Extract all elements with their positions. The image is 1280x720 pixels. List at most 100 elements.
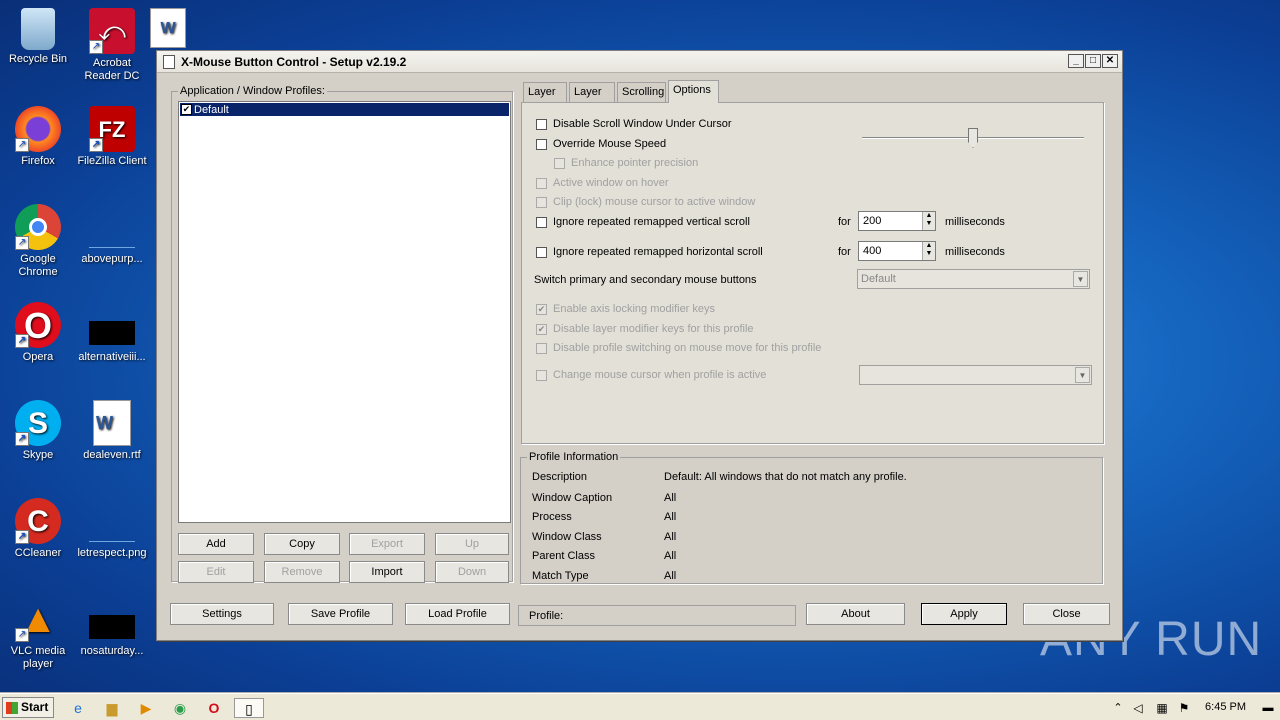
desktop-icon-ccleaner[interactable]: C ↗ CCleaner [0, 492, 76, 560]
desktop-icon-dealeven[interactable]: W dealeven.rtf [74, 394, 150, 462]
ccleaner-icon: C ↗ [15, 498, 61, 544]
checkbox[interactable]: ✔ [536, 303, 547, 315]
close-button[interactable]: Close [1023, 603, 1110, 625]
desktop-icon-opera[interactable]: O ↗ Opera [0, 296, 76, 364]
desktop-icon-nosaturday[interactable]: nosaturday... [74, 590, 150, 658]
for-label: for [838, 246, 851, 258]
desktop-icon-word-doc[interactable]: W [148, 2, 188, 51]
enhance-precision-option[interactable]: Enhance pointer precision [554, 156, 698, 170]
acrobat-icon: ⤺ ↗ [89, 8, 135, 54]
export-button[interactable]: Export [349, 533, 425, 555]
profile-info-group: Profile Information Description Default: … [520, 451, 1103, 584]
word-document-icon: W [150, 8, 186, 48]
volume-icon[interactable]: ◁ [1128, 698, 1148, 718]
ie-icon[interactable]: e [68, 698, 88, 718]
desktop-icon-filezilla[interactable]: FZ ↗ FileZilla Client [74, 100, 150, 168]
checkbox[interactable] [554, 157, 565, 169]
firefox-icon: ↗ [15, 106, 61, 152]
checkbox[interactable] [536, 342, 547, 354]
checkbox[interactable] [536, 369, 547, 381]
ignore-horizontal-option[interactable]: Ignore repeated remapped horizontal scro… [536, 245, 763, 259]
maximize-button[interactable]: □ [1085, 54, 1101, 68]
settings-button[interactable]: Settings [170, 603, 274, 625]
override-speed-option[interactable]: Override Mouse Speed [536, 137, 666, 151]
checkbox[interactable] [536, 246, 547, 258]
axis-locking-option[interactable]: ✔ Enable axis locking modifier keys [536, 302, 715, 316]
desktop-icon-letrespect[interactable]: letrespect.png [74, 492, 150, 560]
tab-options[interactable]: Options [668, 80, 719, 103]
desktop-icon-acrobat[interactable]: ⤺ ↗ Acrobat Reader DC [74, 2, 150, 83]
save-profile-button[interactable]: Save Profile [288, 603, 393, 625]
checkbox[interactable] [536, 118, 547, 130]
import-button[interactable]: Import [349, 561, 425, 583]
for-label: for [838, 216, 851, 228]
clock[interactable]: 6:45 PM [1205, 701, 1246, 713]
spin-arrows-icon[interactable]: ▲ ▼ [922, 212, 935, 230]
title-bar[interactable]: X-Mouse Button Control - Setup v2.19.2 _… [157, 51, 1122, 73]
desktop-icon-chrome[interactable]: ↗ Google Chrome [0, 198, 76, 279]
chrome-taskbar-icon[interactable]: ◉ [170, 698, 190, 718]
taskbar: Start e ▆ ▶ ◉ O ▯ ⌃ ◁ ▦ ⚑ 6:45 PM ▬ [0, 693, 1280, 720]
media-player-icon[interactable]: ▶ [136, 698, 156, 718]
edit-button[interactable]: Edit [178, 561, 254, 583]
network-icon[interactable]: ▦ [1152, 698, 1172, 718]
tab-scrolling[interactable]: Scrolling [617, 82, 666, 102]
opera-taskbar-icon[interactable]: O [204, 698, 224, 718]
action-center-flag-icon[interactable]: ⚑ [1174, 698, 1194, 718]
desktop-icon-skype[interactable]: S ↗ Skype [0, 394, 76, 462]
xmouse-window: X-Mouse Button Control - Setup v2.19.2 _… [156, 50, 1123, 641]
active-hover-option[interactable]: Active window on hover [536, 176, 669, 190]
explorer-folder-icon[interactable]: ▆ [102, 698, 122, 718]
xmouse-taskbar-icon[interactable]: ▯ [234, 698, 264, 718]
clip-cursor-option[interactable]: Clip (lock) mouse cursor to active windo… [536, 195, 755, 209]
profile-status-field: Profile: [518, 605, 796, 626]
horizontal-ms-stepper[interactable]: 400 ▲ ▼ [858, 241, 936, 261]
tab-layer-1[interactable]: Layer 1 [523, 82, 567, 117]
disable-layer-mod-option[interactable]: ✔ Disable layer modifier keys for this pr… [536, 322, 754, 336]
mouse-speed-slider[interactable] [862, 128, 1084, 148]
checkbox[interactable] [536, 216, 547, 228]
desktop-icon-firefox[interactable]: ↗ Firefox [0, 100, 76, 168]
word-document-icon: W [93, 400, 131, 446]
desktop-icon-recycle-bin[interactable]: Recycle Bin [0, 2, 76, 66]
apply-button[interactable]: Apply [921, 603, 1007, 625]
disable-scroll-option[interactable]: Disable Scroll Window Under Cursor [536, 117, 732, 131]
show-desktop-icon[interactable]: ▬ [1258, 698, 1278, 718]
slider-thumb[interactable] [968, 128, 978, 148]
chevron-down-icon[interactable]: ▼ [1073, 271, 1088, 287]
start-button[interactable]: Start [2, 697, 54, 718]
profiles-list[interactable]: ✔ Default [178, 101, 511, 523]
switch-buttons-select[interactable]: Default ▼ [857, 269, 1090, 289]
desktop-icon-abovepurp[interactable]: abovepurp... [74, 198, 150, 266]
desktop-icon-vlc[interactable]: ▲ ↗ VLC media player [0, 590, 76, 671]
remove-button[interactable]: Remove [264, 561, 340, 583]
spin-arrows-icon[interactable]: ▲ ▼ [922, 242, 935, 260]
desktop-icon-alternativeiii[interactable]: alternativeiii... [74, 296, 150, 364]
tab-layer-2[interactable]: Layer 2 [569, 82, 615, 117]
checkbox[interactable] [536, 177, 547, 189]
checkbox[interactable] [536, 138, 547, 150]
down-button[interactable]: Down [435, 561, 509, 583]
info-row: Match Type All [532, 570, 677, 582]
vertical-ms-stepper[interactable]: 200 ▲ ▼ [858, 211, 936, 231]
show-hidden-icons-icon[interactable]: ⌃ [1108, 698, 1128, 718]
profile-checkbox[interactable]: ✔ [181, 104, 192, 115]
up-button[interactable]: Up [435, 533, 509, 555]
cursor-select[interactable]: ▼ [859, 365, 1092, 385]
list-item[interactable]: ✔ Default [180, 103, 509, 116]
about-button[interactable]: About [806, 603, 905, 625]
window-title: X-Mouse Button Control - Setup v2.19.2 [181, 54, 407, 69]
ms-label: milliseconds [945, 216, 1005, 228]
chevron-down-icon[interactable]: ▼ [1075, 367, 1090, 383]
change-cursor-option[interactable]: Change mouse cursor when profile is acti… [536, 368, 766, 382]
load-profile-button[interactable]: Load Profile [405, 603, 510, 625]
checkbox[interactable] [536, 196, 547, 208]
copy-button[interactable]: Copy [264, 533, 340, 555]
close-window-button[interactable]: ✕ [1102, 54, 1118, 68]
checkbox[interactable]: ✔ [536, 323, 547, 335]
switch-buttons-label: Switch primary and secondary mouse butto… [534, 274, 757, 286]
add-button[interactable]: Add [178, 533, 254, 555]
ignore-vertical-option[interactable]: Ignore repeated remapped vertical scroll [536, 215, 750, 229]
disable-profile-switch-option[interactable]: Disable profile switching on mouse move … [536, 341, 821, 355]
minimize-button[interactable]: _ [1068, 54, 1084, 68]
